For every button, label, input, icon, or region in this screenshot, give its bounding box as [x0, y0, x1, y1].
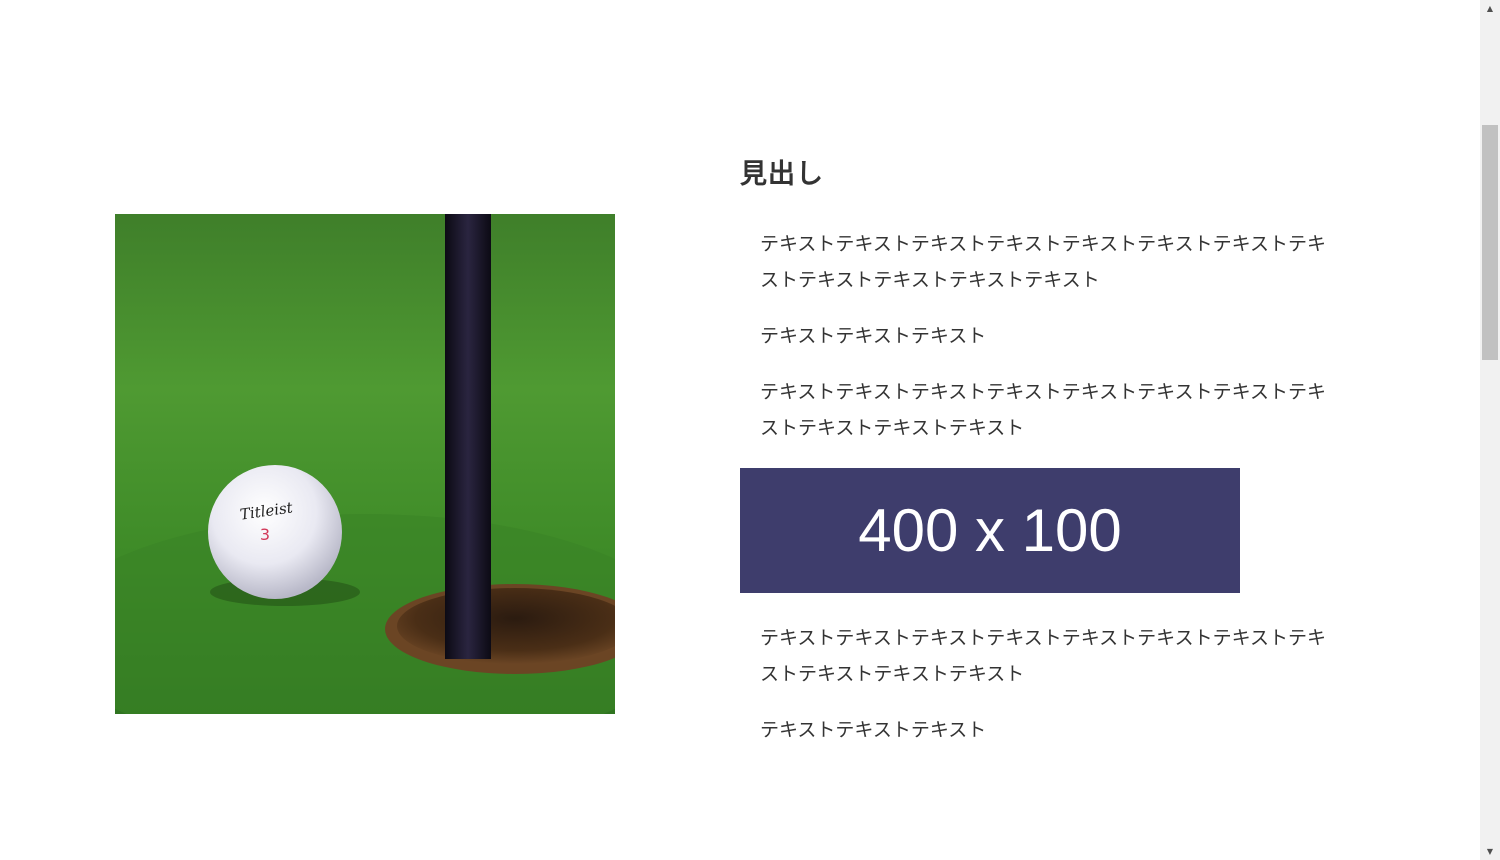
page: Titleist 3 見出し テキストテキストテキストテキストテキストテキストテ…	[0, 0, 1500, 860]
svg-text:3: 3	[260, 525, 270, 544]
paragraph-4: テキストテキストテキストテキストテキストテキストテキストテキストテキストテキスト…	[760, 627, 1327, 685]
vertical-scrollbar[interactable]: ▲ ▼	[1480, 0, 1500, 860]
triangle-down-icon[interactable]: ▼	[1480, 843, 1500, 860]
paragraph-2: テキストテキストテキスト	[760, 325, 987, 347]
scrollbar-thumb[interactable]	[1482, 125, 1498, 360]
content-column: 見出し テキストテキストテキストテキストテキストテキストテキストテキストテキスト…	[740, 155, 1350, 748]
paragraph-1: テキストテキストテキストテキストテキストテキストテキストテキストテキストテキスト…	[760, 233, 1327, 291]
golf-photo: Titleist 3	[115, 214, 615, 714]
golf-ball-image-icon: Titleist 3	[115, 214, 615, 714]
paragraph-3: テキストテキストテキストテキストテキストテキストテキストテキストテキストテキスト…	[760, 381, 1327, 439]
section-heading: 見出し	[740, 159, 824, 190]
paragraph-5: テキストテキストテキスト	[760, 719, 987, 741]
triangle-up-icon[interactable]: ▲	[1480, 0, 1500, 17]
banner-label: 400 x 100	[858, 497, 1122, 564]
placeholder-banner-image: 400 x 100	[740, 468, 1240, 593]
